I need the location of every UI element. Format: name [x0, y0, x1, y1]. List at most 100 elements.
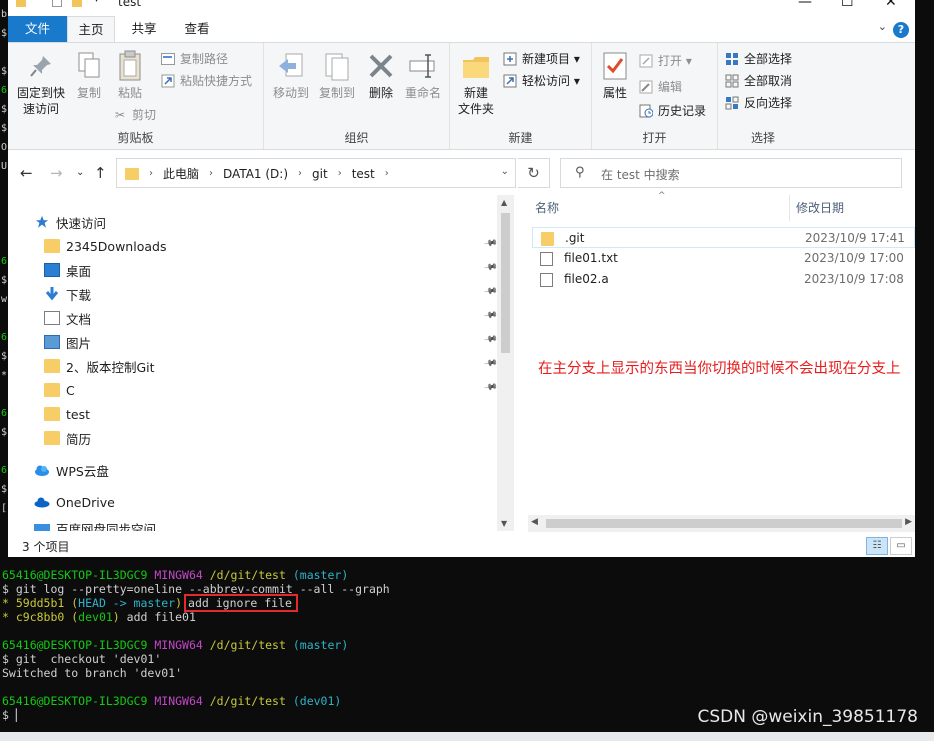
nav-item-downloads-2345[interactable]: 2345Downloads 📌	[44, 234, 498, 258]
breadcrumb-drive[interactable]: DATA1 (D:)	[223, 167, 288, 181]
tab-view[interactable]: 查看	[173, 16, 221, 42]
tab-file[interactable]: 文件	[8, 16, 67, 42]
new-item-button[interactable]: 新建项目 ▾	[502, 49, 580, 69]
nav-onedrive[interactable]: OneDrive	[34, 490, 512, 514]
breadcrumb-git[interactable]: git	[312, 167, 328, 181]
copy-to-button[interactable]: 复制到	[316, 49, 358, 101]
breadcrumb-chevron-icon[interactable]: ›	[149, 168, 153, 179]
properties-icon	[598, 49, 632, 83]
taskbar[interactable]	[0, 732, 934, 741]
forward-arrow-icon[interactable]: →	[50, 164, 63, 182]
paste-shortcut-button[interactable]: 粘贴快捷方式	[160, 71, 252, 91]
copy-button[interactable]: 复制	[72, 49, 106, 101]
nav-item-label: 桌面	[66, 263, 92, 279]
pin-icon[interactable]: 📌	[483, 381, 498, 396]
tab-home[interactable]: 主页	[67, 16, 115, 42]
copy-path-button[interactable]: 复制路径	[160, 49, 228, 69]
terminal-edge-char: $	[1, 66, 8, 77]
file-row[interactable]: file01.txt 2023/10/9 17:00	[532, 248, 915, 269]
nav-item-documents[interactable]: 文档 📌	[44, 306, 498, 330]
scroll-down-arrow-icon[interactable]: ▼	[501, 519, 507, 528]
nav-item-resume[interactable]: 简历	[44, 426, 496, 450]
paste-button[interactable]: 粘贴	[112, 49, 148, 101]
history-button[interactable]: 历史记录	[638, 101, 706, 121]
column-header-name[interactable]: 名称	[535, 195, 559, 221]
file-explorer-window[interactable]: ▾ test — ☐ ✕ 文件 主页 共享 查看 ⌄ ? 固定到快 速访问 复制…	[8, 0, 915, 557]
file-row[interactable]: .git 2023/10/9 17:41	[532, 227, 915, 248]
invert-selection-button[interactable]: 反向选择	[724, 93, 792, 113]
scroll-right-arrow-icon[interactable]: ▶	[905, 517, 912, 527]
nav-wps-cloud[interactable]: WPS云盘	[34, 458, 512, 482]
edit-button[interactable]: 编辑	[638, 77, 682, 97]
pin-icon[interactable]: 📌	[483, 333, 498, 348]
breadcrumb-this-pc[interactable]: 此电脑	[163, 165, 199, 182]
close-button[interactable]: ✕	[885, 0, 897, 10]
scroll-left-arrow-icon[interactable]: ◀	[531, 517, 538, 527]
scroll-up-arrow-icon[interactable]: ▲	[501, 198, 507, 207]
log-message: add file01	[119, 610, 196, 624]
help-icon[interactable]: ?	[893, 22, 909, 38]
pin-label: 固定到快 速访问	[16, 86, 65, 116]
new-folder-button[interactable]: 新建 文件夹	[454, 49, 498, 117]
nav-item-desktop[interactable]: 桌面 📌	[44, 258, 498, 282]
breadcrumb-chevron-icon[interactable]: ›	[385, 168, 389, 179]
file-list[interactable]: ^ 名称 修改日期 .git 2023/10/9 17:41 file01.txt 2…	[518, 191, 915, 535]
move-to-button[interactable]: 移动到	[270, 49, 312, 101]
file-row[interactable]: file02.a 2023/10/9 17:08	[532, 269, 915, 290]
breadcrumb-chevron-icon[interactable]: ›	[209, 168, 213, 179]
up-arrow-icon[interactable]: ↑	[94, 164, 107, 182]
tab-share[interactable]: 共享	[120, 16, 168, 42]
recent-locations-chevron-icon[interactable]: ⌄	[76, 167, 84, 178]
nav-item-test[interactable]: test	[44, 402, 496, 426]
search-input[interactable]: ⚲ 在 test 中搜索	[560, 158, 902, 188]
prompt-path: /d/git/test	[209, 638, 286, 652]
cut-button[interactable]: ✂ 剪切	[112, 105, 156, 125]
terminal-edge-char: b	[1, 9, 8, 20]
nav-quick-access[interactable]: 快速访问	[34, 210, 512, 234]
breadcrumb-chevron-icon[interactable]: ›	[338, 168, 342, 179]
properties-quick-icon[interactable]	[52, 0, 62, 7]
nav-item-c[interactable]: C 📌	[44, 378, 498, 402]
open-button[interactable]: 打开 ▾	[638, 51, 692, 71]
pin-icon[interactable]: 📌	[483, 261, 498, 276]
navigation-pane[interactable]: 快速访问 2345Downloads 📌 桌面 📌 下载 📌 文档 📌 图片 📌 2、版本控制Git…	[8, 195, 512, 531]
select-all-button[interactable]: 全部选择	[724, 49, 792, 69]
chevron-down-icon[interactable]: ⌄	[878, 20, 887, 33]
back-arrow-icon[interactable]: ←	[20, 164, 33, 182]
address-bar[interactable]: › 此电脑 › DATA1 (D:) › git › test › ⌄	[116, 158, 516, 188]
command-line: $ git checkout 'dev01'	[2, 652, 162, 666]
terminal-edge-char: $	[1, 275, 8, 286]
file-list-horizontal-scrollbar[interactable]: ◀ ▶	[528, 515, 915, 532]
minimize-button[interactable]: —	[798, 0, 812, 10]
breadcrumb-test[interactable]: test	[352, 167, 375, 181]
large-icons-view-icon[interactable]: ▭	[890, 537, 912, 555]
nav-pane-scrollbar[interactable]: ▲ ▼	[497, 195, 514, 531]
terminal-edge-char: 6	[1, 332, 8, 343]
new-folder-quick-icon[interactable]	[72, 0, 82, 7]
scrollbar-thumb[interactable]	[501, 213, 510, 353]
title-bar[interactable]: ▾ test — ☐ ✕	[8, 0, 915, 12]
nav-baidu-sync[interactable]: 百度网盘同步空间	[34, 522, 512, 531]
select-none-button[interactable]: 全部取消	[724, 71, 792, 91]
nav-item-downloads[interactable]: 下载 📌	[44, 282, 498, 306]
delete-button[interactable]: 删除	[364, 49, 398, 101]
refresh-icon[interactable]: ↻	[518, 158, 550, 188]
pin-quick-access-button[interactable]: 固定到快 速访问	[14, 49, 68, 117]
column-header-date[interactable]: 修改日期	[796, 195, 844, 221]
nav-item-pictures[interactable]: 图片 📌	[44, 330, 498, 354]
easy-access-button[interactable]: 轻松访问 ▾	[502, 71, 580, 91]
address-dropdown-icon[interactable]: ⌄	[501, 166, 509, 177]
breadcrumb-chevron-icon[interactable]: ›	[298, 168, 302, 179]
properties-button[interactable]: 属性	[596, 49, 634, 101]
column-divider[interactable]	[789, 195, 790, 221]
rename-button[interactable]: 重命名	[402, 49, 444, 101]
scrollbar-thumb[interactable]	[546, 519, 902, 528]
pin-icon[interactable]: 📌	[483, 357, 498, 372]
pin-icon[interactable]: 📌	[483, 285, 498, 300]
pin-icon[interactable]: 📌	[483, 309, 498, 324]
details-view-icon[interactable]: ☷	[866, 537, 888, 555]
maximize-button[interactable]: ☐	[841, 0, 854, 10]
nav-item-version-control-git[interactable]: 2、版本控制Git 📌	[44, 354, 498, 378]
quick-access-dropdown-icon[interactable]: ▾	[94, 0, 99, 5]
pin-icon[interactable]: 📌	[483, 237, 498, 252]
